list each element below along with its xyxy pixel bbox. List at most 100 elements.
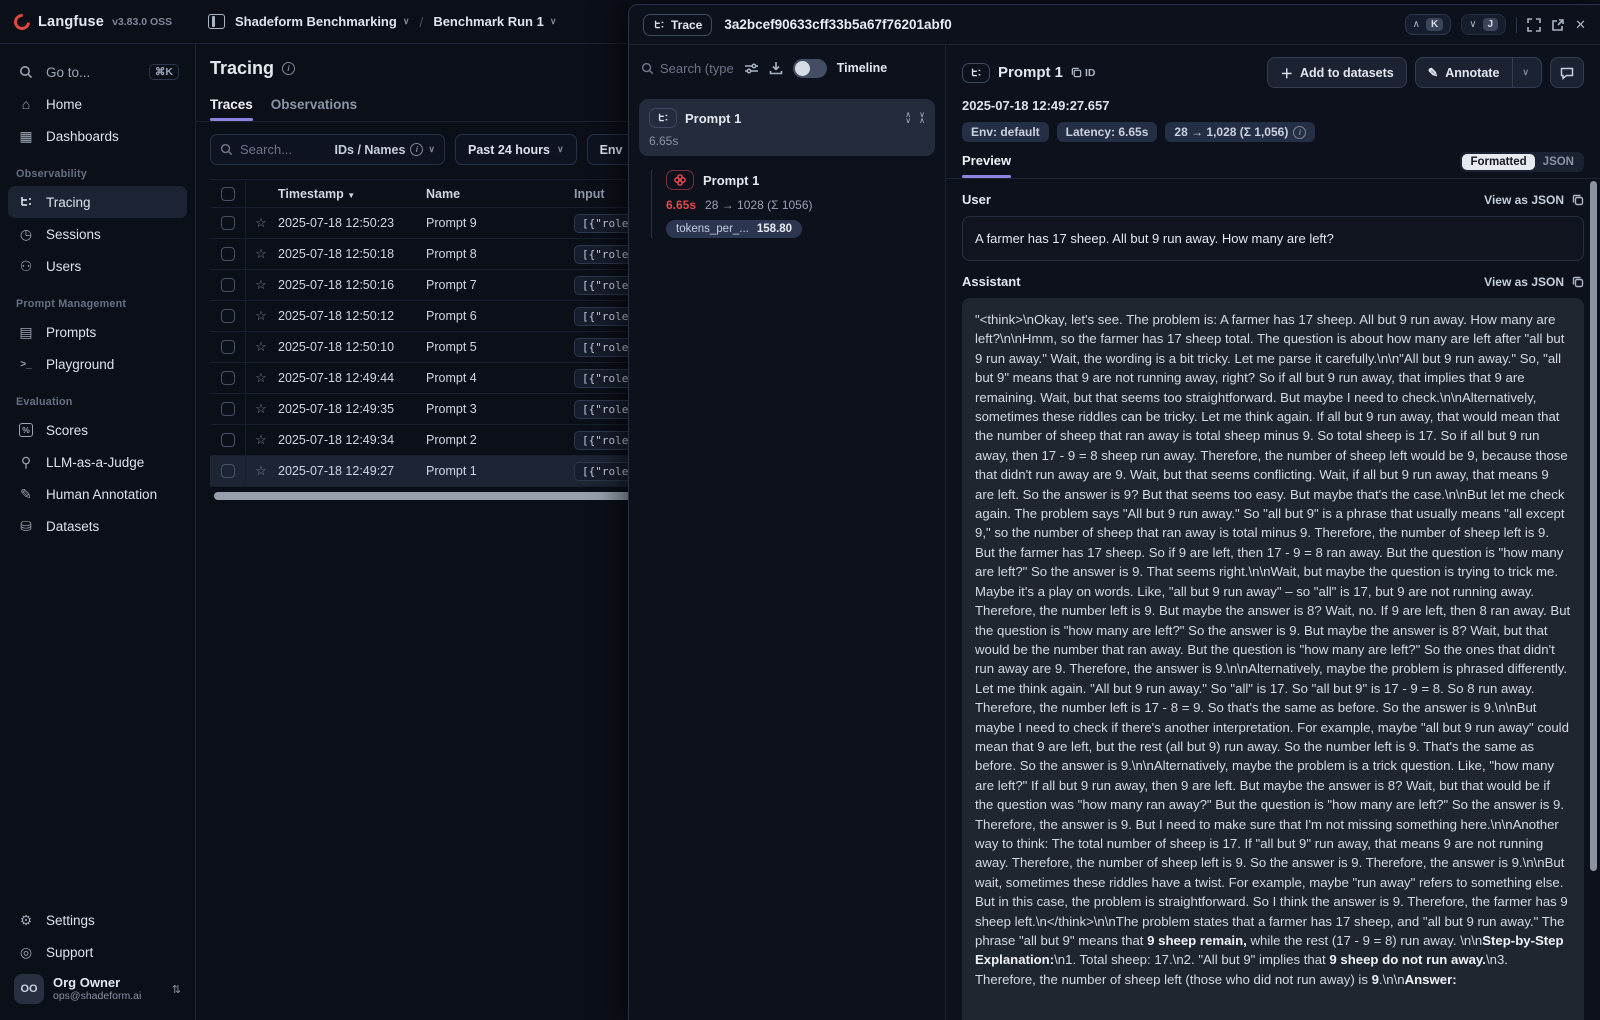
col-timestamp[interactable]: Timestamp ▼ [276,187,426,201]
timeline-toggle[interactable] [793,59,827,78]
assistant-view-as-json[interactable]: View as JSON [1484,275,1584,289]
breadcrumb: Shadeform Benchmarking ∨ / Benchmark Run… [196,14,556,30]
row-checkbox[interactable] [221,278,235,292]
time-filter-button[interactable]: Past 24 hours ∨ [455,134,577,165]
sidebar-item-support[interactable]: ◎ Support [8,936,187,968]
star-icon[interactable]: ☆ [246,308,276,324]
row-checkbox[interactable] [221,340,235,354]
sidebar-item-dashboards[interactable]: ▦ Dashboards [8,120,187,152]
annotate-button[interactable]: ✎ Annotate ∨ [1415,57,1542,88]
sidebar-item-users[interactable]: ⚇ Users [8,250,187,282]
search-mode-select[interactable]: IDs / Names i ∨ [335,143,435,157]
sidebar-item-tracing[interactable]: Tracing [8,186,187,218]
keycap-j: J [1483,18,1499,31]
star-icon[interactable]: ☆ [246,277,276,293]
goto-button[interactable]: Go to... ⌘K [8,56,187,88]
account-email: ops@shadeform.ai [53,990,141,1002]
tree-node-root-selected[interactable]: Prompt 1 ∧∨ ∨∧ 6.65s [639,99,935,156]
star-icon[interactable]: ☆ [246,463,276,479]
horizontal-scrollbar[interactable] [214,492,628,500]
maximize-icon[interactable] [1527,18,1541,32]
formatted-option[interactable]: Formatted [1462,154,1534,170]
sidebar-item-settings[interactable]: ⚙ Settings [8,904,187,936]
user-view-as-json[interactable]: View as JSON [1484,193,1584,207]
row-checkbox[interactable] [221,371,235,385]
table-row[interactable]: ☆ 2025-07-18 12:50:23 Prompt 9 [{"role":… [210,208,628,239]
trace-tree-icon [653,19,665,31]
row-checkbox[interactable] [221,216,235,230]
add-to-datasets-button[interactable]: ＋ Add to datasets [1267,57,1406,88]
json-option[interactable]: JSON [1535,154,1582,170]
prev-trace-button[interactable]: ∧ K [1405,14,1452,35]
sidebar-item-llm-as-a-judge[interactable]: ⚲ LLM-as-a-Judge [8,446,187,478]
row-checkbox[interactable] [221,464,235,478]
row-checkbox[interactable] [221,433,235,447]
env-filter-button[interactable]: Env [587,134,628,165]
section-observability: Observability [16,168,179,180]
tokens-badge[interactable]: 28 → 1,028 (Σ 1,056) i [1165,122,1315,142]
sidebar-item-playground[interactable]: >_ Playground [8,348,187,380]
row-checkbox[interactable] [221,309,235,323]
observation-timestamp: 2025-07-18 12:49:27.657 [962,98,1584,113]
sidebar-toggle-icon[interactable] [208,14,225,29]
star-icon[interactable]: ☆ [246,215,276,231]
copy-icon[interactable] [1572,276,1584,288]
tree-search-input[interactable]: Search (type [641,61,734,76]
search-icon [16,65,36,79]
next-trace-button[interactable]: ∨ J [1461,14,1506,35]
tab-traces[interactable]: Traces [210,97,253,121]
table-row[interactable]: ☆ 2025-07-18 12:49:34 Prompt 2 [{"role":… [210,425,628,456]
star-icon[interactable]: ☆ [246,432,276,448]
table-row[interactable]: ☆ 2025-07-18 12:49:35 Prompt 3 [{"role":… [210,394,628,425]
table-row[interactable]: ☆ 2025-07-18 12:50:16 Prompt 7 [{"role":… [210,270,628,301]
star-icon[interactable]: ☆ [246,339,276,355]
col-input[interactable]: Input [574,187,628,201]
breadcrumb-run[interactable]: Benchmark Run 1 ∨ [433,14,556,29]
download-icon[interactable] [769,61,783,75]
sidebar-item-datasets[interactable]: ⛁ Datasets [8,510,187,542]
close-icon[interactable]: ✕ [1575,17,1586,33]
sidebar-item-prompts[interactable]: ▤ Prompts [8,316,187,348]
sidebar-item-home[interactable]: ⌂ Home [8,88,187,120]
star-icon[interactable]: ☆ [246,246,276,262]
select-all-checkbox[interactable] [221,187,235,201]
row-checkbox[interactable] [221,402,235,416]
tree-toolbar: Search (type Timeline [629,45,945,91]
table-row-selected[interactable]: ☆ 2025-07-18 12:49:27 Prompt 1 [{"role":… [210,456,628,487]
info-icon: i [410,143,423,156]
langfuse-app: Langfuse v3.83.0 OSS Shadeform Benchmark… [0,0,1600,1020]
table-row[interactable]: ☆ 2025-07-18 12:50:18 Prompt 8 [{"role":… [210,239,628,270]
tab-observations[interactable]: Observations [271,97,357,121]
copy-icon[interactable] [1572,194,1584,206]
sidebar-item-human-annotation[interactable]: ✎ Human Annotation [8,478,187,510]
tab-preview[interactable]: Preview [962,153,1011,177]
copy-id-button[interactable]: ID [1071,67,1096,79]
search-input[interactable]: Search... IDs / Names i ∨ [210,134,445,165]
breadcrumb-separator: / [419,14,423,30]
vertical-scrollbar[interactable] [1590,181,1597,871]
gear-icon: ⚙ [16,912,36,929]
star-icon[interactable]: ☆ [246,401,276,417]
traces-table: Timestamp ▼ Name Input ☆ 2025-07-18 12:5… [210,179,628,487]
open-external-icon[interactable] [1551,18,1565,32]
table-row[interactable]: ☆ 2025-07-18 12:50:10 Prompt 5 [{"role":… [210,332,628,363]
tree-search-placeholder: Search (type [660,61,734,76]
sidebar-item-scores[interactable]: % Scores [8,414,187,446]
account-menu[interactable]: OO Org Owner ops@shadeform.ai ⇅ [8,968,187,1010]
table-row[interactable]: ☆ 2025-07-18 12:50:12 Prompt 6 [{"role":… [210,301,628,332]
goto-kbd: ⌘K [149,64,179,80]
latency-badge: Latency: 6.65s [1057,122,1158,142]
sidebar-item-sessions[interactable]: ◷ Sessions [8,218,187,250]
expand-all-icon[interactable]: ∧∨ [905,112,911,124]
col-name[interactable]: Name [426,187,574,201]
star-icon[interactable]: ☆ [246,370,276,386]
breadcrumb-project[interactable]: Shadeform Benchmarking ∨ [235,14,409,29]
comments-button[interactable] [1550,57,1584,88]
collapse-all-icon[interactable]: ∨∧ [919,112,925,124]
row-checkbox[interactable] [221,247,235,261]
tree-node-generation[interactable]: Prompt 1 6.65s 28 → 1028 (Σ 1056) tokens… [651,170,945,238]
table-row[interactable]: ☆ 2025-07-18 12:49:44 Prompt 4 [{"role":… [210,363,628,394]
assistant-message: "<think>\nOkay, let's see. The problem i… [962,298,1584,1020]
chevron-down-icon[interactable]: ∨ [1522,67,1529,78]
filter-sliders-icon[interactable] [744,62,759,75]
